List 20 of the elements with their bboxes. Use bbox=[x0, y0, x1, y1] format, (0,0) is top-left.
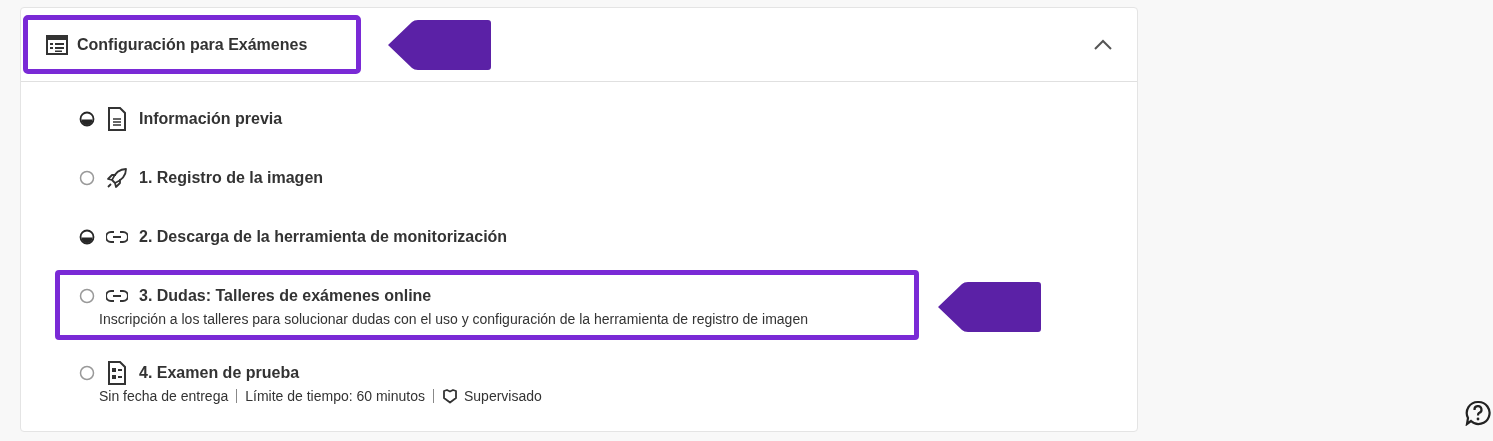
item-detail: Sin fecha de entrega bbox=[99, 388, 229, 404]
item-title[interactable]: 2. Descarga de la herramienta de monitorización bbox=[139, 228, 508, 246]
item-title[interactable]: 3. Dudas: Talleres de exámenes online bbox=[139, 287, 432, 305]
rocket-icon bbox=[106, 166, 128, 190]
test-sheet-icon bbox=[106, 361, 128, 385]
document-icon bbox=[106, 107, 128, 131]
item-detail: Supervisado bbox=[464, 388, 542, 404]
item-detail: Límite de tiempo: 60 minutos bbox=[245, 388, 425, 404]
list-item[interactable]: 4. Examen de prueba Sin fecha de entrega Límite de tiempo: 60 minutos Supervisado bbox=[55, 347, 597, 417]
item-title[interactable]: 4. Examen de prueba bbox=[139, 364, 300, 382]
item-description: Inscripción a los talleres para solucionar dudas con el uso y configuración de la herramienta de registro de imagen bbox=[99, 311, 809, 327]
item-title[interactable]: 1. Registro de la imagen bbox=[139, 169, 324, 187]
list-item[interactable]: Información previa bbox=[55, 93, 355, 145]
shield-icon bbox=[442, 388, 458, 404]
collapse-chevron-icon[interactable] bbox=[1093, 38, 1113, 51]
list-item[interactable]: 1. Registro de la imagen bbox=[55, 152, 379, 204]
help-icon[interactable] bbox=[1465, 400, 1491, 426]
list-item[interactable]: 2. Descarga de la herramienta de monitorización bbox=[55, 211, 563, 263]
list-icon bbox=[46, 34, 68, 55]
item-title[interactable]: Información previa bbox=[139, 110, 283, 128]
